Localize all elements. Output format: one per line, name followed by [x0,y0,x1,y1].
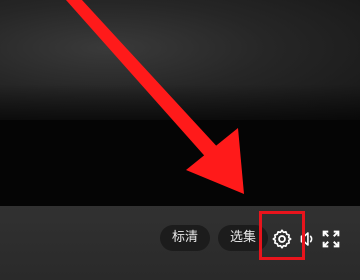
gear-icon [272,229,292,249]
volume-button[interactable] [296,228,318,250]
fullscreen-icon [322,230,340,248]
settings-button[interactable] [271,228,293,250]
quality-button[interactable]: 标清 [160,225,210,251]
episodes-button[interactable]: 选集 [218,225,268,251]
fullscreen-button[interactable] [320,228,342,250]
speaker-icon [300,232,313,246]
video-player: 标清 选集 [0,0,360,280]
video-content[interactable] [0,0,360,120]
video-letterbox [0,120,360,206]
